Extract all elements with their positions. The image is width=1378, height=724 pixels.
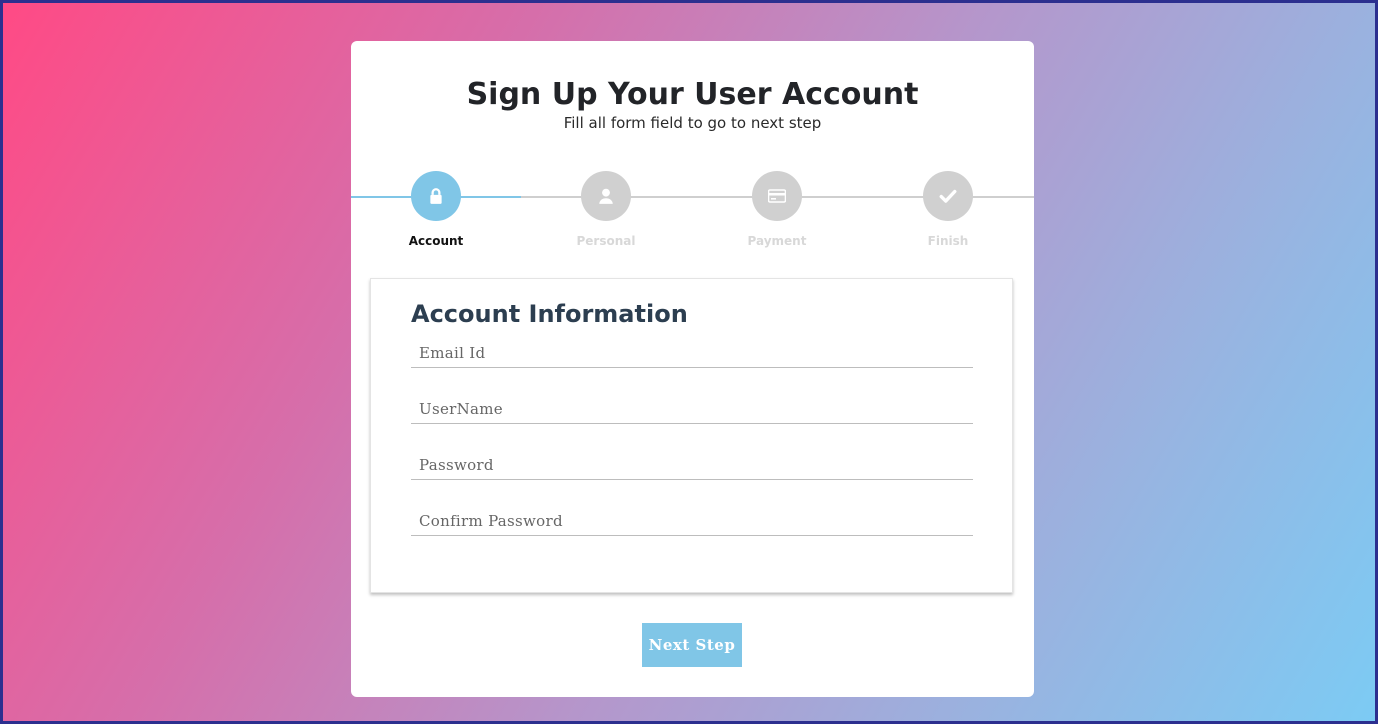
email-field[interactable] (411, 338, 973, 368)
next-step-button[interactable]: Next Step (642, 623, 742, 667)
step-payment-label: Payment (747, 234, 807, 248)
step-account-circle (411, 171, 461, 221)
password-field[interactable] (411, 450, 973, 480)
step-finish-circle (923, 171, 973, 221)
page-title: Sign Up Your User Account (466, 77, 919, 112)
step-finish-label: Finish (927, 234, 969, 248)
step-personal[interactable]: Personal (546, 171, 666, 248)
username-field[interactable] (411, 394, 973, 424)
user-icon (599, 188, 613, 204)
step-payment[interactable]: Payment (717, 171, 837, 248)
step-personal-label: Personal (576, 234, 636, 248)
section-title: Account Information (411, 300, 688, 328)
page-background: Sign Up Your User Account Fill all form … (0, 0, 1378, 724)
step-account-label: Account (408, 234, 464, 248)
step-payment-circle (752, 171, 802, 221)
confirm-password-field[interactable] (411, 506, 973, 536)
credit-card-icon (768, 189, 786, 203)
step-account[interactable]: Account (376, 171, 496, 248)
step-personal-circle (581, 171, 631, 221)
signup-card: Sign Up Your User Account Fill all form … (351, 41, 1034, 697)
page-subtitle: Fill all form field to go to next step (563, 114, 822, 132)
check-icon (939, 189, 957, 203)
account-info-panel: Account Information (370, 278, 1013, 593)
step-finish[interactable]: Finish (888, 171, 1008, 248)
lock-icon (430, 188, 442, 204)
